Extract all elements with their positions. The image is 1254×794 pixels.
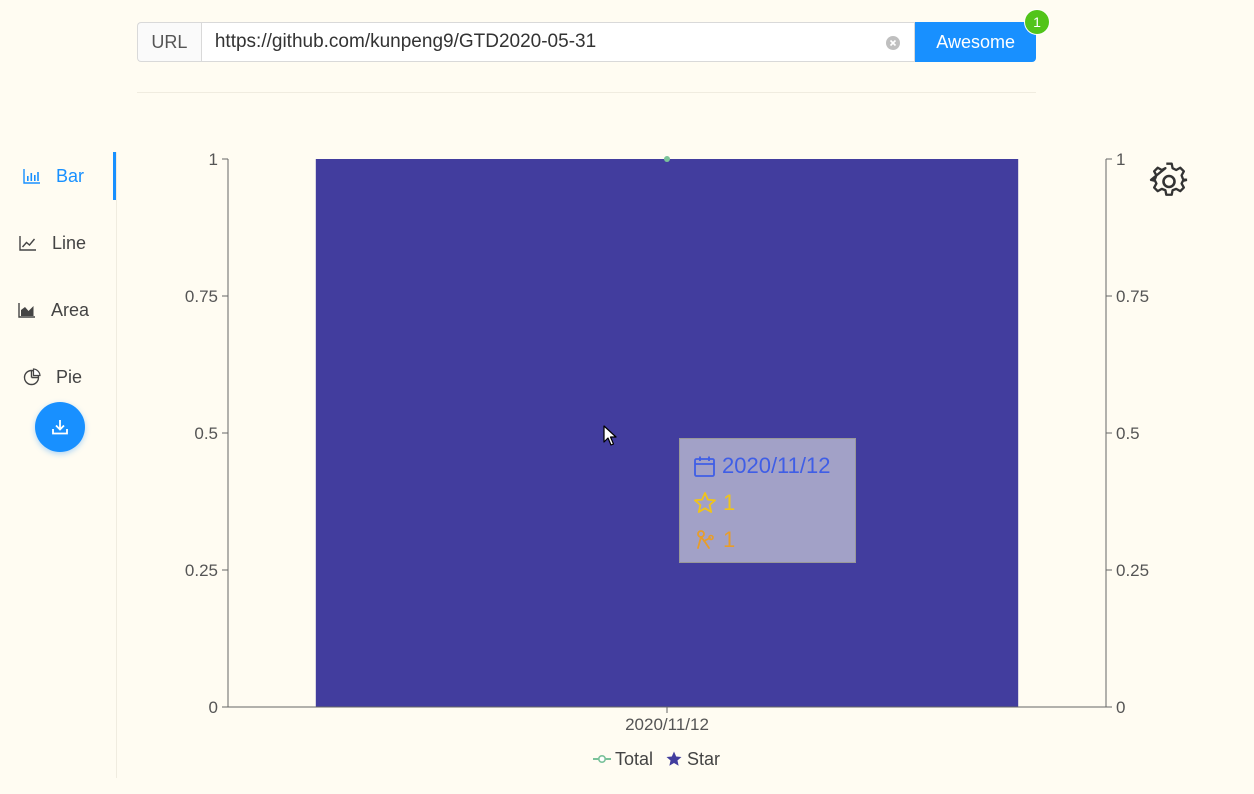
star-icon bbox=[666, 751, 682, 766]
tooltip-date: 2020/11/12 bbox=[722, 453, 831, 478]
y-tick-label-left: 0 bbox=[209, 698, 218, 717]
y-tick-label-left: 1 bbox=[209, 150, 218, 169]
tooltip-fork-value: 1 bbox=[723, 527, 736, 552]
calendar-icon bbox=[694, 456, 715, 477]
y-tick-label-right: 1 bbox=[1116, 150, 1125, 169]
legend-label: Total bbox=[615, 748, 654, 769]
chart: 0 0 0.25 0.25 0.5 0.5 0.75 0.75 1 1 2020/11/12 bbox=[185, 150, 1149, 734]
mouse-cursor-icon bbox=[603, 425, 617, 446]
chart-tooltip: 2020/11/12 1 1 bbox=[679, 438, 856, 563]
legend-item-star[interactable]: Star bbox=[665, 749, 720, 770]
y-tick-label-right: 0.75 bbox=[1116, 287, 1149, 306]
bar-star[interactable] bbox=[315, 159, 1019, 707]
x-tick-label: 2020/11/12 bbox=[625, 715, 709, 734]
tooltip-fork-row: 1 bbox=[693, 527, 735, 553]
total-point[interactable] bbox=[664, 156, 670, 162]
fork-icon bbox=[697, 530, 714, 549]
legend-label: Star bbox=[687, 748, 721, 769]
line-dot-icon bbox=[593, 754, 611, 764]
y-tick-label-right: 0 bbox=[1116, 698, 1125, 717]
legend-item-total[interactable]: Total bbox=[593, 749, 653, 770]
tooltip-star-value: 1 bbox=[723, 490, 736, 515]
y-tick-label-left: 0.5 bbox=[194, 424, 218, 443]
y-tick-label-right: 0.5 bbox=[1116, 424, 1140, 443]
y-tick-label-left: 0.75 bbox=[185, 287, 218, 306]
y-tick-label-right: 0.25 bbox=[1116, 561, 1149, 580]
tooltip-date-row: 2020/11/12 bbox=[693, 453, 830, 479]
chart-legend: Total Star bbox=[593, 748, 732, 770]
gear-icon[interactable] bbox=[1149, 162, 1189, 202]
y-tick-label-left: 0.25 bbox=[185, 561, 218, 580]
star-outline-icon bbox=[694, 492, 716, 513]
tooltip-star-row: 1 bbox=[693, 490, 735, 516]
